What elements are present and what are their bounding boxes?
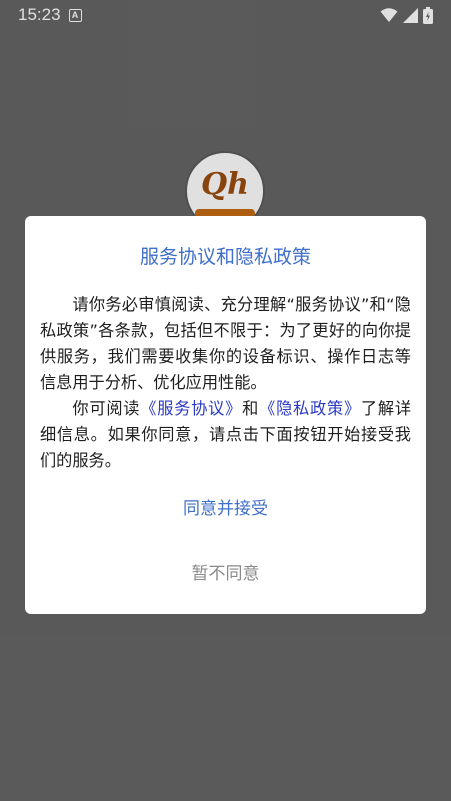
agree-button[interactable]: 同意并接受	[25, 494, 426, 522]
privacy-policy-link[interactable]: 《隐私政策》	[259, 399, 361, 418]
dialog-paragraph-2: 你可阅读《服务协议》和《隐私政策》了解详细信息。如果你同意，请点击下面按钮开始接…	[40, 396, 411, 474]
dialog-paragraph-1: 请你务必审慎阅读、充分理解“服务协议”和“隐私政策”各条款，包括但不限于：为了更…	[40, 295, 411, 392]
dialog-title: 服务协议和隐私政策	[139, 246, 311, 268]
privacy-dialog: 服务协议和隐私政策 请你务必审慎阅读、充分理解“服务协议”和“隐私政策”各条款，…	[25, 216, 426, 614]
disagree-button[interactable]: 暂不同意	[25, 559, 426, 587]
service-agreement-link[interactable]: 《服务协议》	[140, 399, 242, 418]
dialog-body: 请你务必审慎阅读、充分理解“服务协议”和“隐私政策”各条款，包括但不限于：为了更…	[40, 292, 411, 474]
paragraph-2-prefix: 你可阅读	[72, 399, 141, 418]
paragraph-2-middle: 和	[242, 399, 260, 418]
